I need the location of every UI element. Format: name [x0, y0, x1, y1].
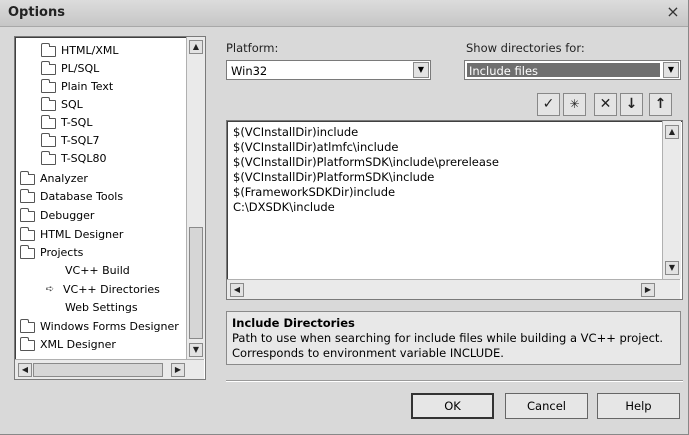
show-directories-value: Include files [469, 64, 539, 78]
tree-item-debugger[interactable]: Debugger [20, 207, 94, 225]
tree-item-label: Debugger [40, 209, 95, 222]
show-directories-label: Show directories for: [466, 41, 585, 55]
scroll-down-icon[interactable]: ▼ [665, 261, 679, 275]
tree-vertical-scrollbar[interactable]: ▲ ▼ [186, 37, 205, 359]
tree-item-label: T-SQL80 [61, 152, 107, 165]
scroll-left-icon[interactable]: ◀ [18, 363, 32, 377]
tree-item-label: HTML Designer [40, 228, 124, 241]
ok-button[interactable]: OK [411, 393, 494, 419]
directory-entry[interactable]: C:\DXSDK\include [233, 200, 335, 214]
tree-item-xml-designer[interactable]: XML Designer [20, 336, 116, 354]
folder-icon [20, 188, 35, 203]
directory-vertical-scrollbar[interactable]: ▲ ▼ [662, 121, 681, 279]
show-directories-select[interactable]: Include files ▼ [464, 60, 681, 80]
folder-icon [20, 170, 35, 185]
cancel-button[interactable]: Cancel [505, 393, 588, 419]
tree-item-label: PL/SQL [61, 62, 100, 75]
close-button[interactable]: × [664, 3, 682, 21]
tree-item-label: VC++ Directories [63, 283, 160, 296]
tree-item-t-sql7[interactable]: T-SQL7 [41, 132, 99, 150]
chevron-down-icon[interactable]: ▼ [413, 62, 429, 78]
tree-item-t-sql[interactable]: T-SQL [41, 114, 92, 132]
description-text: Path to use when searching for include f… [232, 331, 664, 360]
folder-icon [41, 132, 56, 147]
tree-item-label: Projects [40, 246, 84, 259]
tree-item-html-designer[interactable]: HTML Designer [20, 226, 123, 244]
tree-item-windows-forms-designer[interactable]: Windows Forms Designer [20, 318, 179, 336]
check-button[interactable]: ✓ [537, 93, 560, 116]
scroll-up-icon[interactable]: ▲ [665, 125, 679, 139]
description-box: Include Directories Path to use when sea… [226, 311, 681, 365]
description-title: Include Directories [232, 316, 355, 330]
folder-icon [41, 42, 56, 57]
folder-icon [20, 336, 35, 351]
tree-item-html-xml[interactable]: HTML/XML [41, 42, 118, 60]
options-tree[interactable]: HTML/XML PL/SQL Plain Text SQL T-SQL T-S… [14, 36, 206, 380]
folder-icon [41, 96, 56, 111]
folder-icon [41, 78, 56, 93]
new-folder-icon: ✳ [569, 97, 580, 111]
tree-item-web-settings[interactable]: Web Settings [65, 299, 138, 317]
tree-scroll-thumb[interactable] [189, 227, 203, 339]
tree-item-sql[interactable]: SQL [41, 96, 83, 114]
options-dialog: Options × HTML/XML PL/SQL Plain Text SQL… [0, 0, 689, 435]
scroll-up-icon[interactable]: ▲ [189, 40, 203, 54]
scroll-right-icon[interactable]: ▶ [171, 363, 185, 377]
tree-item-label: Web Settings [65, 301, 138, 314]
dialog-title: Options [8, 5, 65, 20]
tree-item-label: T-SQL [61, 116, 93, 129]
tree-item-pl-sql[interactable]: PL/SQL [41, 60, 99, 78]
platform-select[interactable]: Win32 ▼ [226, 60, 431, 80]
move-down-button[interactable]: ↓ [620, 93, 643, 116]
tree-hscroll-thumb[interactable] [33, 363, 163, 377]
open-folder-icon [20, 244, 35, 259]
move-up-button[interactable]: ↑ [649, 93, 672, 116]
scroll-left-icon[interactable]: ◀ [230, 283, 244, 297]
platform-value: Win32 [231, 64, 268, 78]
delete-button[interactable]: ✕ [594, 93, 617, 116]
folder-icon [20, 226, 35, 241]
folder-icon [20, 318, 35, 333]
tree-item-plain-text[interactable]: Plain Text [41, 78, 113, 96]
directory-entry[interactable]: $(VCInstallDir)PlatformSDK\include\prere… [233, 155, 499, 169]
scroll-down-icon[interactable]: ▼ [189, 343, 203, 357]
folder-icon [41, 60, 56, 75]
tree-item-vc-build[interactable]: VC++ Build [65, 262, 130, 280]
tree-horizontal-scrollbar[interactable]: ◀ ▶ [15, 359, 204, 379]
directory-list[interactable]: $(VCInstallDir)include $(VCInstallDir)at… [226, 120, 683, 300]
tree-item-label: Windows Forms Designer [40, 320, 179, 333]
directory-entry[interactable]: $(FrameworkSDKDir)include [233, 185, 395, 199]
tree-item-label: Analyzer [40, 172, 88, 185]
folder-icon [20, 207, 35, 222]
tree-item-projects[interactable]: Projects [20, 244, 83, 262]
tree-item-label: T-SQL7 [61, 134, 100, 147]
title-bar[interactable]: Options × [0, 0, 688, 27]
directory-entry[interactable]: $(VCInstallDir)include [233, 125, 358, 139]
tree-item-analyzer[interactable]: Analyzer [20, 170, 88, 188]
tree-item-label: SQL [61, 98, 83, 111]
platform-label: Platform: [226, 41, 279, 55]
chevron-down-icon[interactable]: ▼ [663, 62, 679, 78]
folder-icon [41, 114, 56, 129]
tree-item-vc-directories[interactable]: ➪ VC++ Directories [43, 281, 160, 299]
tree-item-label: Database Tools [40, 190, 124, 203]
separator [226, 380, 683, 382]
tree-item-label: VC++ Build [65, 264, 130, 277]
tree-item-label: Plain Text [61, 80, 114, 93]
tree-item-database-tools[interactable]: Database Tools [20, 188, 123, 206]
help-button[interactable]: Help [597, 393, 680, 419]
selected-arrow-icon: ➪ [45, 284, 55, 295]
tree-item-label: HTML/XML [61, 44, 119, 57]
directory-entry[interactable]: $(VCInstallDir)atlmfc\include [233, 140, 398, 154]
tree-item-t-sql80[interactable]: T-SQL80 [41, 150, 106, 168]
scroll-right-icon[interactable]: ▶ [641, 283, 655, 297]
directory-horizontal-scrollbar[interactable]: ◀ ▶ [227, 279, 680, 299]
tree-item-label: XML Designer [40, 338, 116, 351]
directory-entry[interactable]: $(VCInstallDir)PlatformSDK\include [233, 170, 434, 184]
folder-icon [41, 150, 56, 165]
new-line-button[interactable]: ✳ [563, 93, 586, 116]
